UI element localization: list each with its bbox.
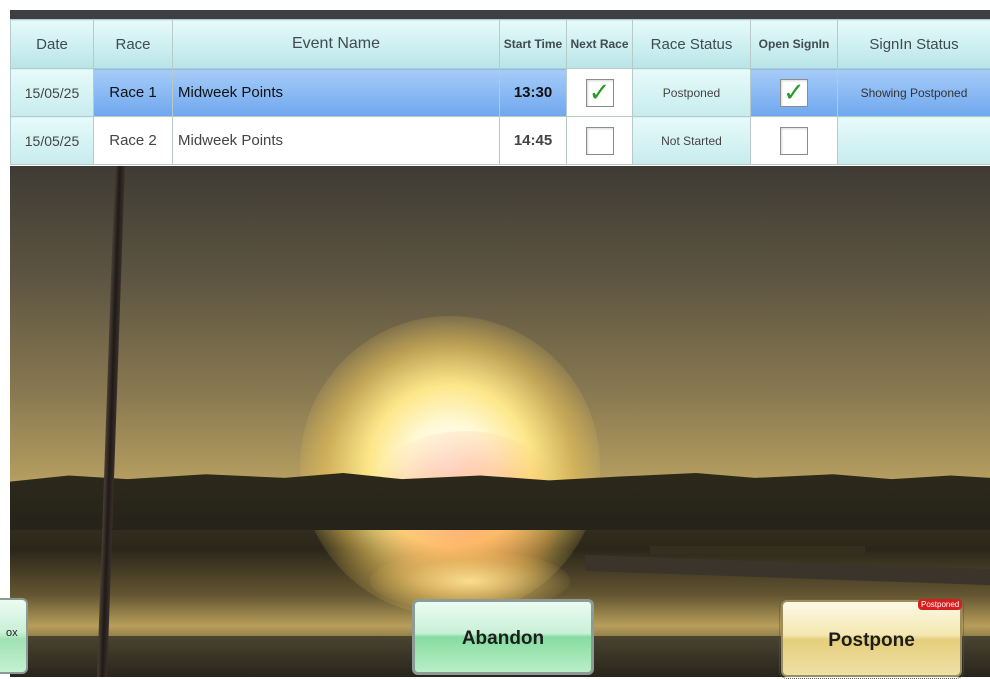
cell-open-signin[interactable]: ✓ — [751, 69, 838, 117]
postponed-badge: Postponed — [918, 599, 962, 610]
top-bar — [10, 10, 990, 19]
partial-left-button[interactable]: ox — [0, 598, 28, 674]
cell-event-name[interactable]: Midweek Points — [173, 69, 500, 117]
cell-next-race[interactable]: ✓ — [567, 69, 633, 117]
header-event-name[interactable]: Event Name — [173, 20, 500, 69]
header-date[interactable]: Date — [11, 20, 94, 69]
cell-race[interactable]: Race 1 — [94, 69, 173, 117]
next-race-checkbox[interactable]: ✓ — [586, 79, 614, 107]
cell-start-time[interactable]: 13:30 — [500, 69, 567, 117]
open-signin-checkbox[interactable]: ✓ — [780, 79, 808, 107]
header-race[interactable]: Race — [94, 20, 173, 69]
header-start-time[interactable]: Start Time — [500, 20, 567, 69]
cell-open-signin[interactable] — [751, 117, 838, 165]
cell-race[interactable]: Race 2 — [94, 117, 173, 165]
header-next-race[interactable]: Next Race — [567, 20, 633, 69]
abandon-button[interactable]: Abandon — [412, 599, 594, 675]
treeline — [10, 468, 990, 530]
jetty — [585, 555, 990, 585]
cell-event-name[interactable]: Midweek Points — [173, 117, 500, 165]
table-row[interactable]: 15/05/25 Race 2 Midweek Points 14:45 Not… — [11, 117, 990, 165]
header-signin-status[interactable]: SignIn Status — [838, 20, 990, 69]
mast-pole — [97, 166, 125, 677]
cell-signin-status[interactable] — [838, 117, 990, 165]
header-open-signin[interactable]: Open SignIn — [751, 20, 838, 69]
table-row[interactable]: 15/05/25 Race 1 Midweek Points 13:30 ✓ P… — [11, 69, 990, 117]
cell-signin-status[interactable]: Showing Postponed — [838, 69, 990, 117]
cell-date[interactable]: 15/05/25 — [11, 69, 94, 117]
cell-next-race[interactable] — [567, 117, 633, 165]
table-header-row: Date Race Event Name Start Time Next Rac… — [11, 20, 990, 69]
jetty-far — [650, 546, 865, 554]
postpone-button[interactable]: Postpone — [781, 600, 962, 677]
cell-race-status[interactable]: Postponed — [633, 69, 751, 117]
header-race-status[interactable]: Race Status — [633, 20, 751, 69]
cell-start-time[interactable]: 14:45 — [500, 117, 567, 165]
next-race-checkbox[interactable] — [586, 127, 614, 155]
cell-date[interactable]: 15/05/25 — [11, 117, 94, 165]
open-signin-checkbox[interactable] — [780, 127, 808, 155]
cell-race-status[interactable]: Not Started — [633, 117, 751, 165]
races-table: Date Race Event Name Start Time Next Rac… — [10, 19, 990, 165]
